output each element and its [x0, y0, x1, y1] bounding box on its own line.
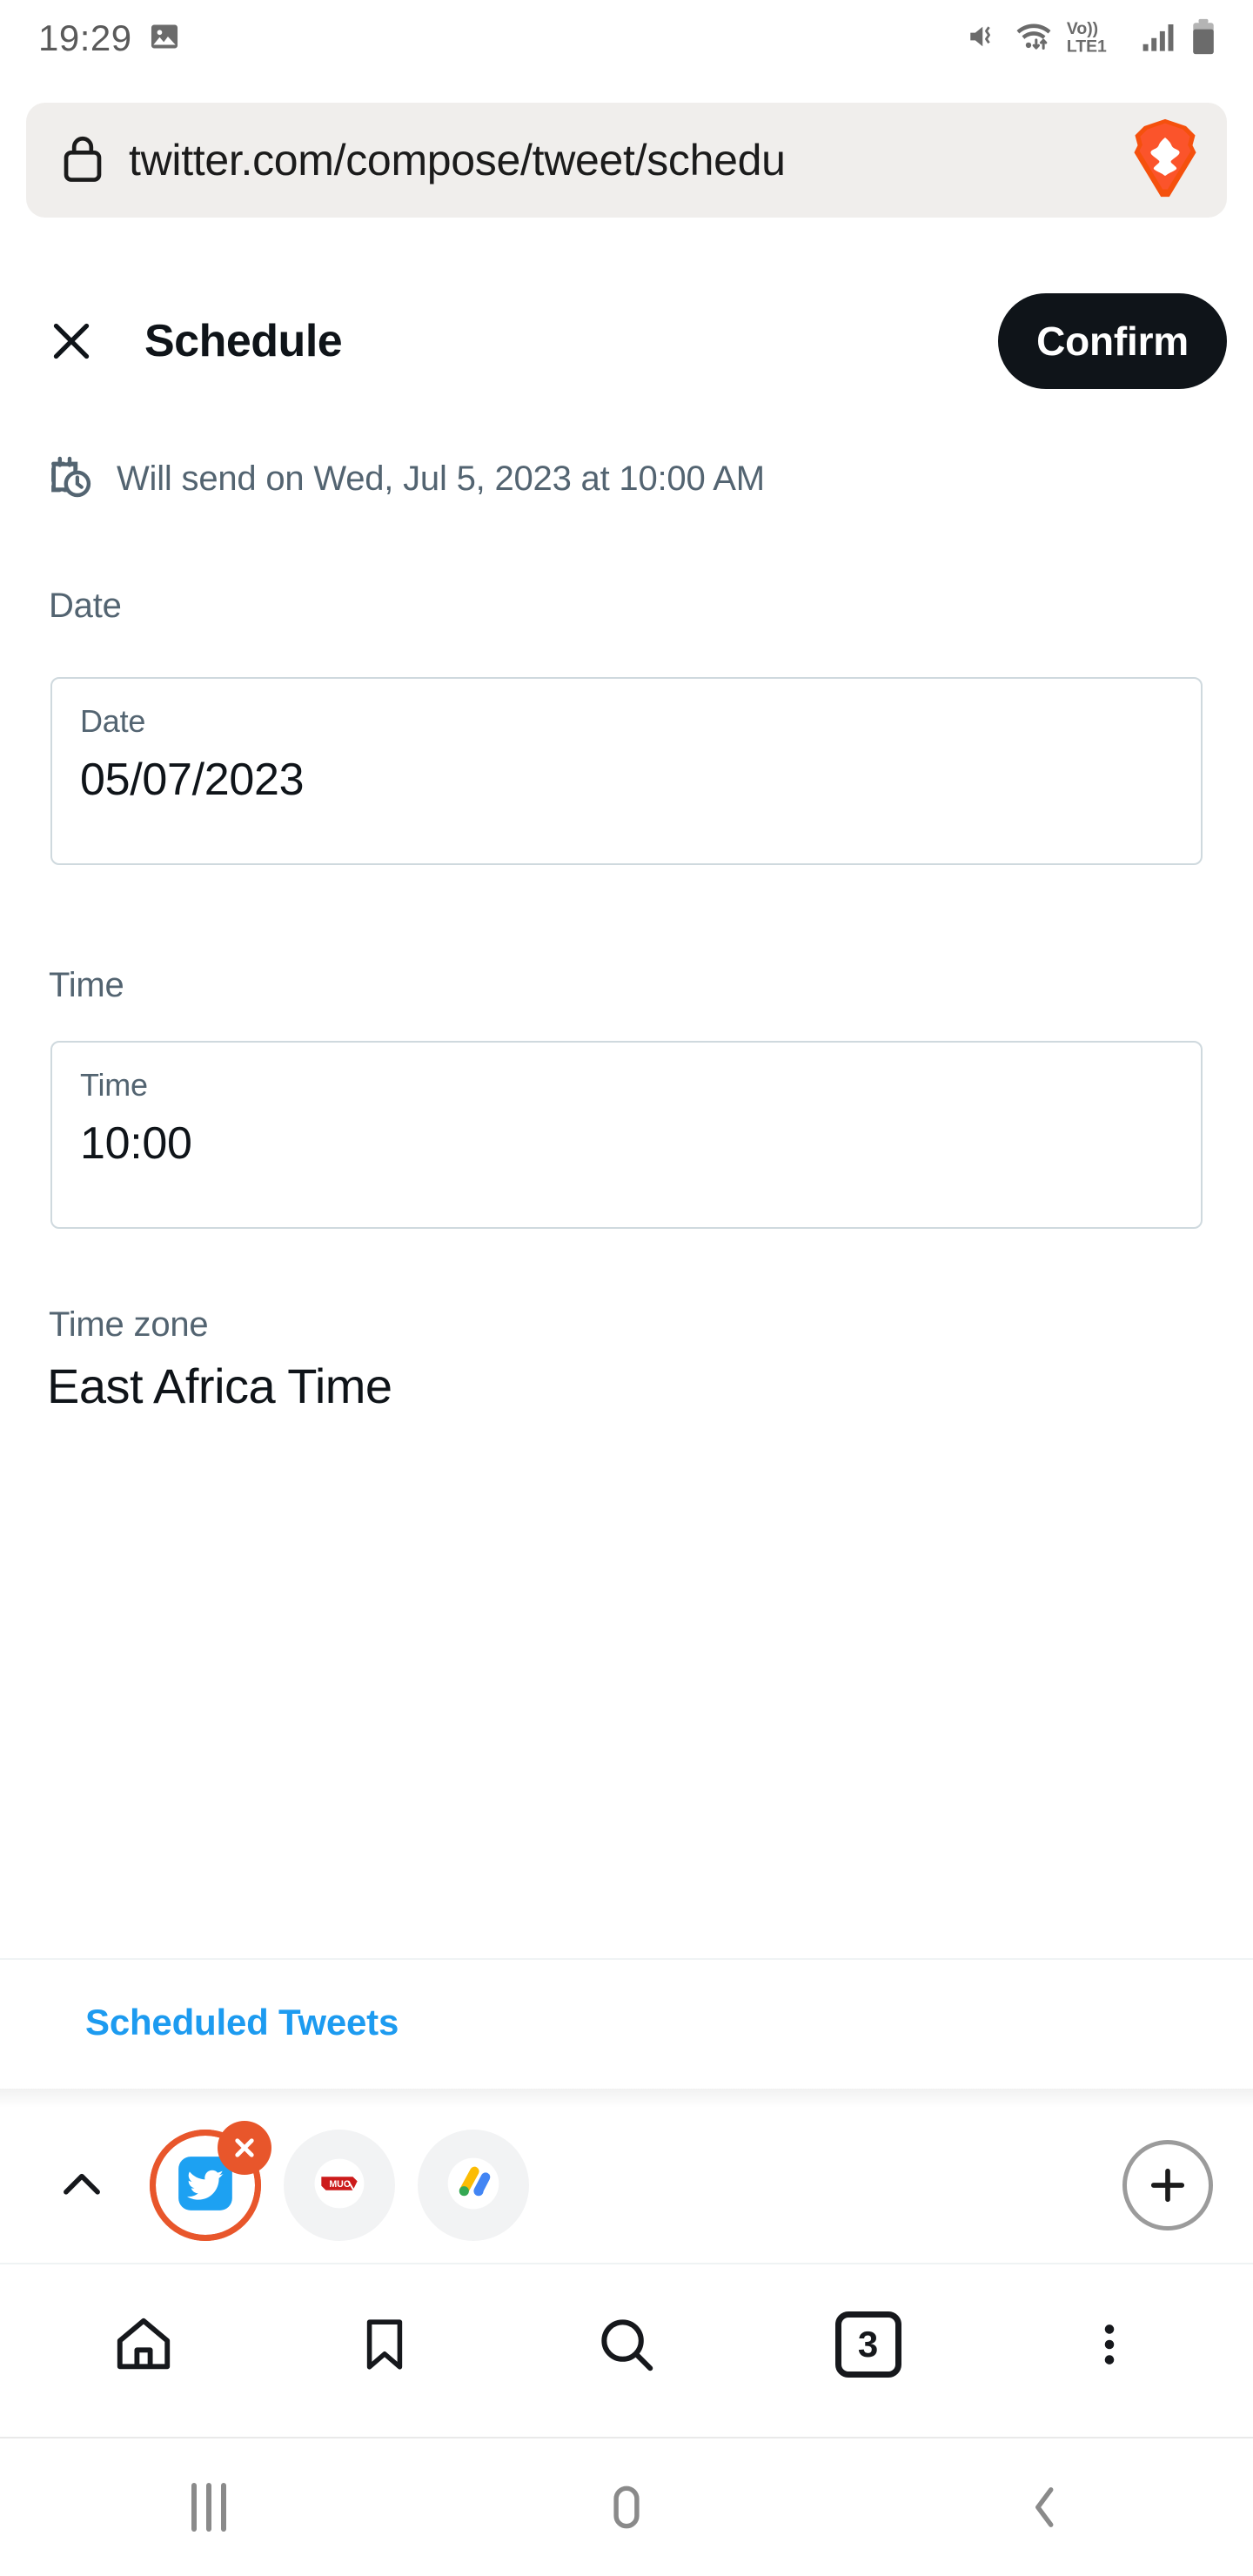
chevron-up-icon[interactable] [40, 2143, 124, 2227]
tab-twitter[interactable] [150, 2121, 271, 2241]
status-bar: 19:29 Vo)) LTE1 [0, 0, 1253, 77]
browser-tab-strip: MUO [0, 2108, 1253, 2263]
svg-text:LTE1: LTE1 [1067, 37, 1107, 56]
time-field-value[interactable]: 10:00 [80, 1117, 1173, 1170]
more-vertical-icon[interactable] [1057, 2292, 1162, 2397]
timezone-value: East Africa Time [47, 1358, 392, 1413]
schedule-header: Schedule Confirm [0, 280, 1253, 402]
svg-text:Vo)): Vo)) [1067, 19, 1098, 38]
status-bar-left: 19:29 [38, 17, 181, 59]
image-icon [148, 20, 181, 57]
content-divider [0, 1958, 1253, 1960]
scheduled-tweets-link[interactable]: Scheduled Tweets [85, 2002, 399, 2043]
tab-count-label: 3 [834, 2311, 901, 2378]
time-field-label: Time [80, 1067, 148, 1103]
mute-vibrate-icon [966, 18, 1002, 59]
will-send-text: Will send on Wed, Jul 5, 2023 at 10:00 A… [117, 460, 765, 498]
tab-makeuseof[interactable]: MUO [284, 2130, 395, 2241]
will-send-row: Will send on Wed, Jul 5, 2023 at 10:00 A… [45, 453, 765, 506]
tab-list: MUO [150, 2121, 529, 2241]
url-bar[interactable]: twitter.com/compose/tweet/schedu [26, 103, 1227, 218]
confirm-button[interactable]: Confirm [998, 293, 1227, 389]
wifi-icon [1014, 18, 1054, 59]
time-input-field[interactable]: Time 10:00 [50, 1041, 1203, 1229]
phone-screen: 19:29 Vo)) LTE1 twitter.com/compose/twee… [0, 0, 1253, 2576]
date-section-label: Date [49, 587, 122, 625]
status-bar-clock: 19:29 [38, 17, 132, 58]
calendar-clock-icon [45, 453, 94, 506]
date-field-label: Date [80, 703, 146, 739]
search-icon[interactable] [574, 2292, 679, 2397]
signal-bars-icon [1141, 18, 1177, 59]
status-bar-right: Vo)) LTE1 [966, 17, 1218, 61]
tab-close-icon[interactable] [218, 2121, 271, 2175]
battery-icon [1189, 17, 1218, 60]
home-icon[interactable] [91, 2292, 196, 2397]
tab-count-button[interactable]: 3 [816, 2292, 921, 2397]
back-chevron-icon[interactable] [979, 2459, 1109, 2555]
tab-adsense[interactable] [418, 2130, 529, 2241]
svg-text:MUO: MUO [329, 2178, 351, 2189]
url-text[interactable]: twitter.com/compose/tweet/schedu [129, 135, 1116, 185]
recents-bars [191, 2483, 226, 2532]
timezone-label: Time zone [49, 1305, 209, 1344]
lock-icon [61, 133, 104, 188]
bookmark-icon[interactable] [332, 2292, 437, 2397]
new-tab-button[interactable] [1122, 2140, 1213, 2231]
url-bar-container[interactable]: twitter.com/compose/tweet/schedu [26, 103, 1227, 218]
adsense-icon [446, 2156, 501, 2216]
brave-lion-icon[interactable] [1128, 117, 1203, 205]
browser-bottom-toolbar: 3 [0, 2264, 1253, 2425]
muo-icon: MUO [312, 2157, 366, 2215]
close-icon[interactable] [40, 310, 103, 372]
recents-icon[interactable] [144, 2459, 274, 2555]
tabstrip-shadow [0, 2089, 1253, 2108]
home-square-icon[interactable] [561, 2459, 692, 2555]
volte-icon: Vo)) LTE1 [1065, 17, 1129, 61]
page-title: Schedule [144, 316, 343, 366]
time-section-label: Time [49, 966, 124, 1004]
date-input-field[interactable]: Date 05/07/2023 [50, 677, 1203, 865]
android-navigation-bar [0, 2438, 1253, 2576]
date-field-value[interactable]: 05/07/2023 [80, 754, 1173, 806]
